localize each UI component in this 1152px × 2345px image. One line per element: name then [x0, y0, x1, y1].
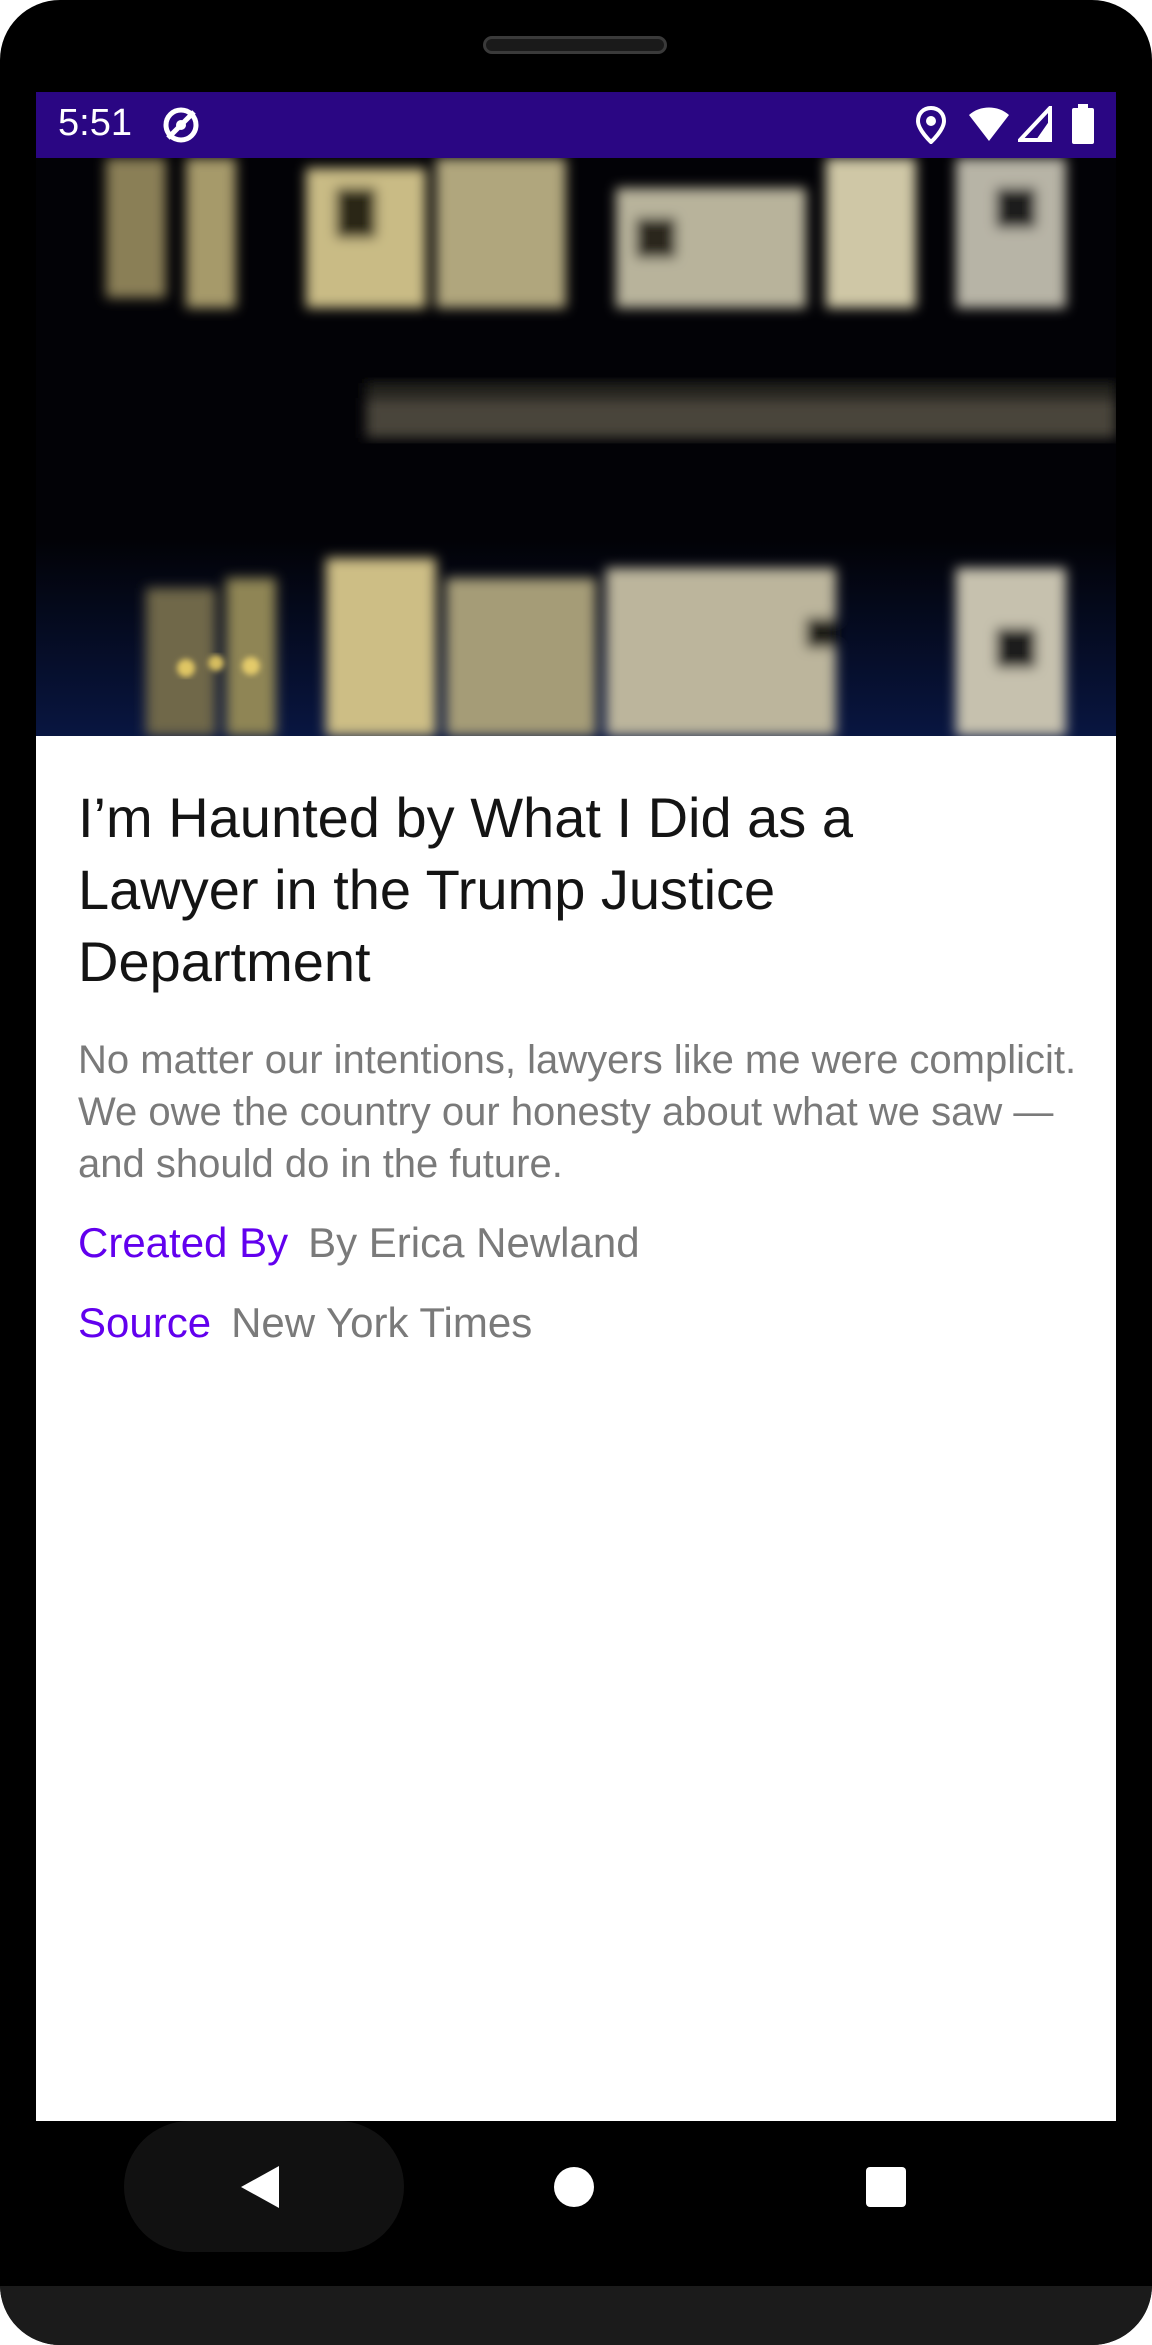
source-row: Source New York Times: [78, 1296, 1078, 1350]
article-content: I’m Haunted by What I Did as a Lawyer in…: [78, 782, 1078, 1350]
source-value: New York Times: [231, 1299, 533, 1346]
created-by-row: Created By By Erica Newland: [78, 1216, 1078, 1270]
article-hero-image: [36, 158, 1116, 736]
home-button[interactable]: [552, 2165, 596, 2214]
created-by-value: By Erica Newland: [308, 1219, 640, 1266]
back-button[interactable]: [124, 2121, 404, 2252]
earpiece-speaker: [483, 36, 667, 54]
sync-disabled-icon: [160, 104, 202, 151]
created-by-label: Created By: [78, 1219, 289, 1266]
home-icon: [554, 2167, 594, 2207]
article-summary: No matter our intentions, lawyers like m…: [78, 1038, 1077, 1186]
navigation-bar: [0, 2121, 1152, 2286]
wifi-icon: [968, 106, 1010, 147]
signal-icon: [1015, 102, 1052, 147]
app-screen: 5:51 I’m Haunted by What I Did as a Lawy…: [36, 92, 1116, 2121]
article-title: I’m Haunted by What I Did as a Lawyer in…: [78, 786, 854, 993]
recents-button[interactable]: [865, 2166, 907, 2213]
device-frame: 5:51 I’m Haunted by What I Did as a Lawy…: [0, 0, 1152, 2345]
status-bar: 5:51: [36, 92, 1116, 158]
back-icon: [239, 2164, 281, 2215]
bottom-bezel: [0, 2286, 1152, 2345]
location-icon: [915, 105, 947, 149]
status-time: 5:51: [58, 102, 132, 144]
battery-icon: [1072, 104, 1094, 149]
recents-icon: [866, 2167, 906, 2207]
source-label: Source: [78, 1299, 212, 1346]
